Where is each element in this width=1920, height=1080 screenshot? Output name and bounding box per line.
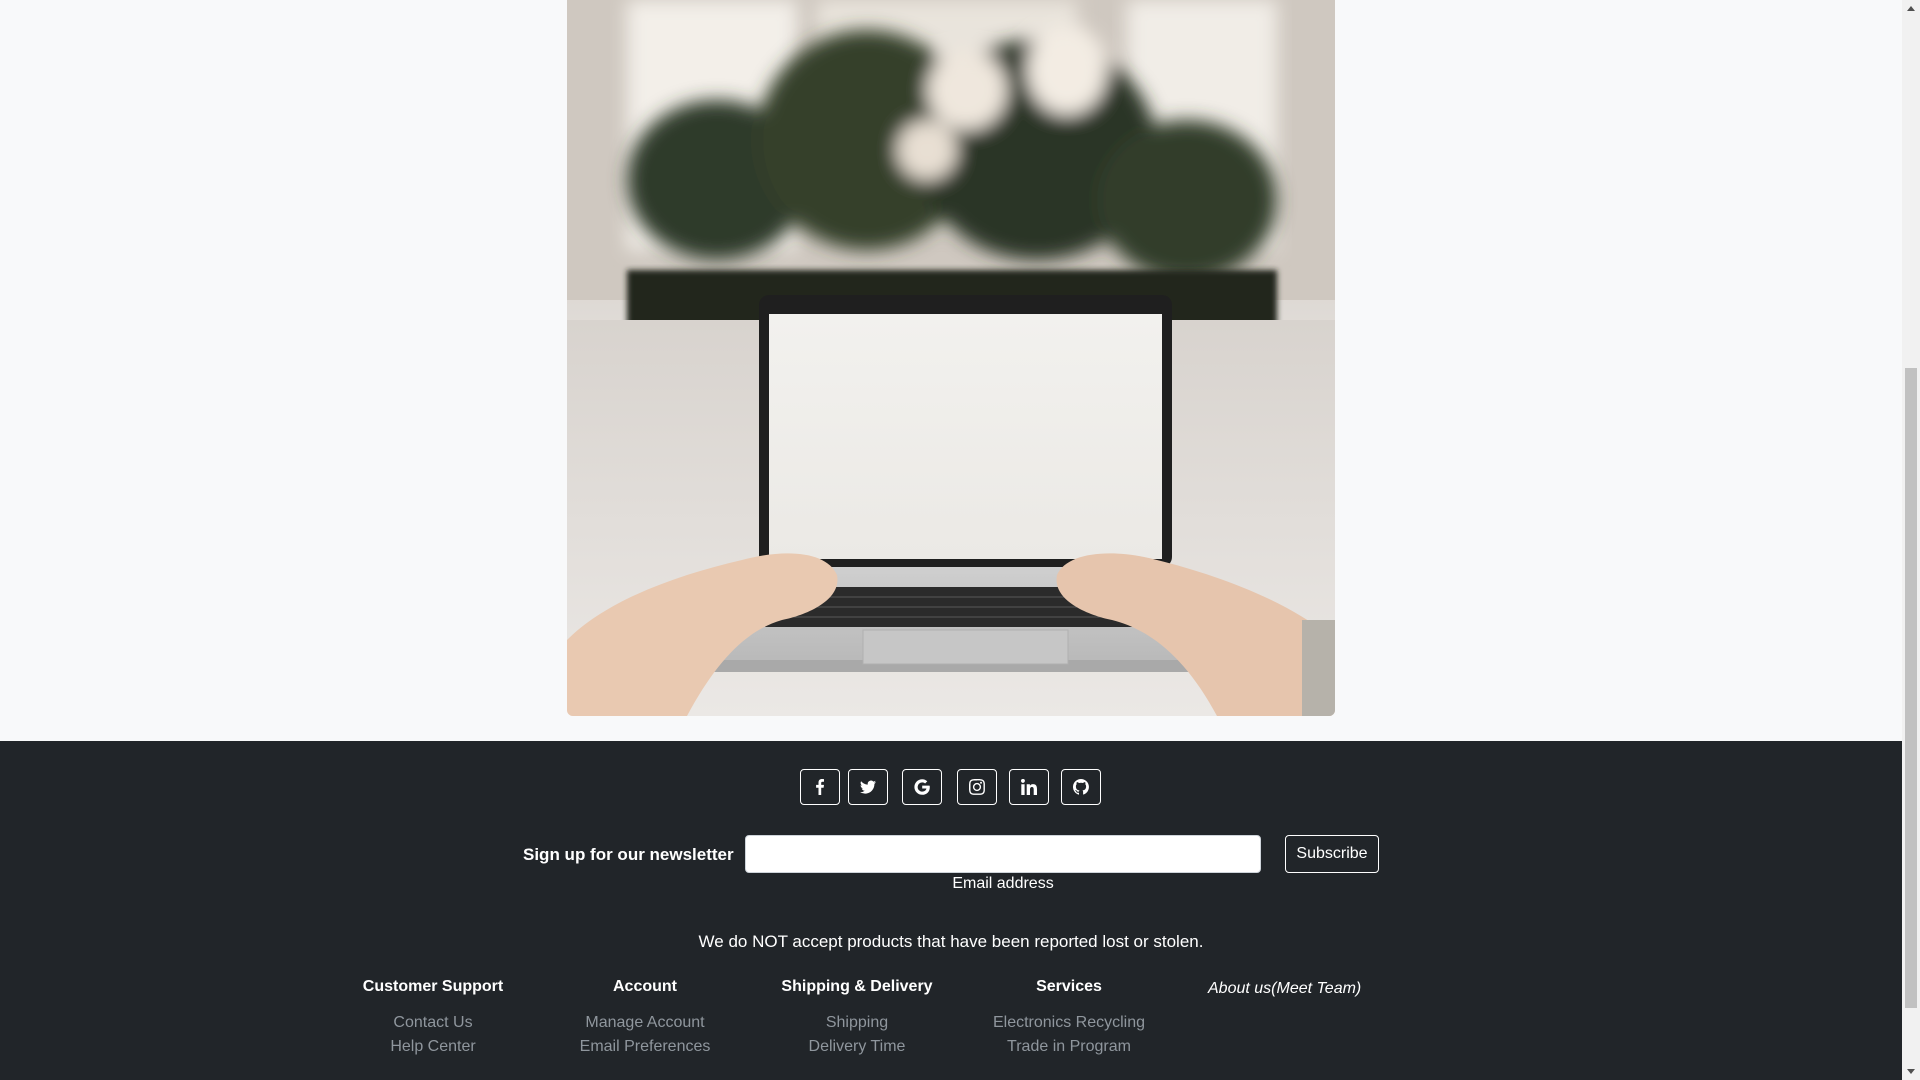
vertical-scrollbar[interactable] [1902,0,1920,1080]
newsletter-label: Sign up for our newsletter [523,845,734,864]
google-button[interactable] [902,769,942,805]
page: Sign up for our newsletter Email address… [0,0,1902,1080]
footer-column-account: Account Manage Account Email Preferences [535,978,755,1059]
github-button[interactable] [1061,769,1101,805]
column-title: Services [1036,978,1102,995]
instagram-icon [969,779,985,795]
manage-account-link[interactable]: Manage Account [535,1011,755,1035]
scrollbar-thumb[interactable] [1905,368,1917,1008]
instagram-button[interactable] [957,769,997,805]
scroll-up-arrow-icon[interactable] [1902,0,1920,17]
column-title: Customer Support [362,978,504,995]
trade-in-program-link[interactable]: Trade in Program [959,1035,1179,1059]
contact-us-link[interactable]: Contact Us [323,1011,543,1035]
linkedin-icon [1021,779,1037,795]
email-preferences-link[interactable]: Email Preferences [535,1035,755,1059]
delivery-time-link[interactable]: Delivery Time [747,1035,967,1059]
email-caption: Email address [952,875,1054,892]
disclaimer-text: We do NOT accept products that have been… [698,932,1204,951]
footer-column-shipping: Shipping & Delivery Shipping Delivery Ti… [747,978,967,1059]
scroll-down-arrow-icon[interactable] [1902,1063,1920,1080]
twitter-icon [860,780,876,794]
shipping-link[interactable]: Shipping [747,1011,967,1035]
hero-image [567,0,1335,716]
github-icon [1073,779,1089,795]
twitter-button[interactable] [848,769,888,805]
help-center-link[interactable]: Help Center [323,1035,543,1059]
linkedin-button[interactable] [1009,769,1049,805]
footer-column-customer-support: Customer Support Contact Us Help Center [323,978,543,1059]
column-title: Account [613,978,677,995]
facebook-button[interactable] [800,769,840,805]
email-input[interactable] [745,835,1261,873]
facebook-icon [816,779,824,795]
footer-column-services: Services Electronics Recycling Trade in … [959,978,1179,1059]
electronics-recycling-link[interactable]: Electronics Recycling [959,1011,1179,1035]
column-title: Shipping & Delivery [781,978,933,995]
footer: Sign up for our newsletter Email address… [0,741,1902,1080]
google-icon [914,779,930,795]
subscribe-button[interactable]: Subscribe [1285,835,1379,873]
about-us-link[interactable]: About us(Meet Team) [1208,980,1361,998]
